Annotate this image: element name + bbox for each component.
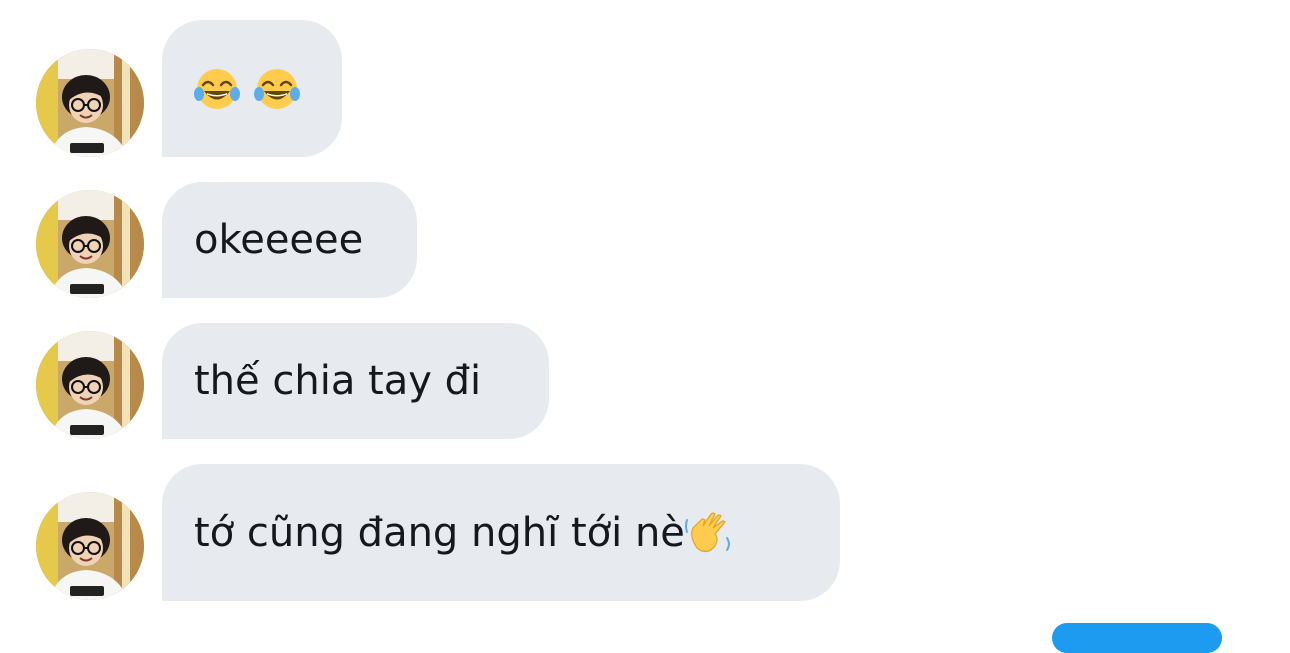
avatar[interactable] bbox=[36, 49, 144, 157]
message-bubble[interactable]: tớ cũng đang nghĩ tới nè bbox=[162, 464, 840, 601]
avatar[interactable] bbox=[36, 492, 144, 600]
message-text: okeeeee bbox=[194, 217, 364, 263]
message-bubble[interactable]: okeeeee bbox=[162, 182, 417, 298]
avatar[interactable] bbox=[36, 331, 144, 439]
message-bubble[interactable] bbox=[162, 20, 342, 157]
message-text: thế chia tay đi bbox=[194, 358, 482, 404]
message-text: tớ cũng đang nghĩ tới nè bbox=[194, 509, 685, 556]
message-bubble[interactable]: thế chia tay đi bbox=[162, 323, 549, 439]
face-with-tears-of-joy-icon bbox=[254, 66, 300, 112]
waving-hand-icon bbox=[683, 508, 733, 558]
conversation-thread: okeeeee thế chia tay đi tớ cũng đang ngh… bbox=[0, 0, 1290, 653]
avatar[interactable] bbox=[36, 190, 144, 298]
face-with-tears-of-joy-icon bbox=[194, 66, 240, 112]
partially-visible-button[interactable] bbox=[1052, 623, 1222, 653]
